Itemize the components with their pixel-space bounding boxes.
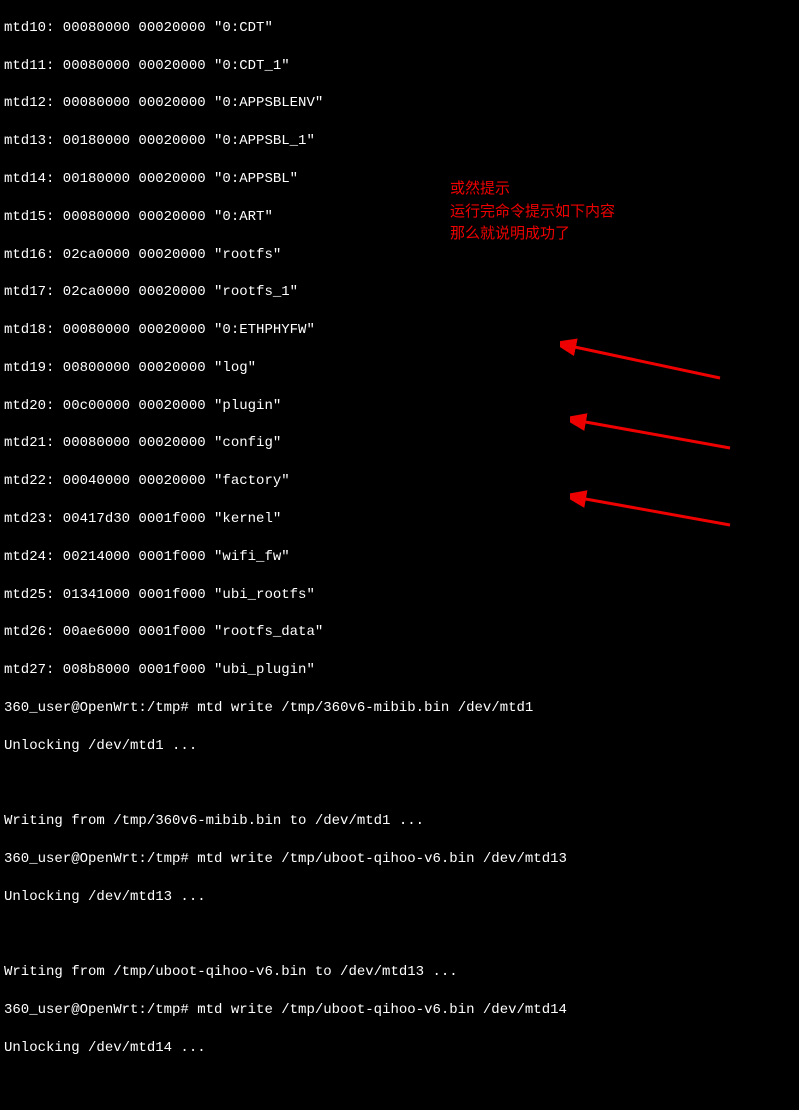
command-line: 360_user@OpenWrt:/tmp# mtd write /tmp/ub…	[4, 1001, 795, 1020]
blank-line	[4, 926, 795, 945]
writing-line: Writing from /tmp/360v6-mibib.bin to /de…	[4, 812, 795, 831]
unlock-line: Unlocking /dev/mtd1 ...	[4, 737, 795, 756]
command-text: mtd write /tmp/uboot-qihoo-v6.bin /dev/m…	[189, 851, 567, 867]
command-text: mtd write /tmp/uboot-qihoo-v6.bin /dev/m…	[189, 1002, 567, 1018]
mtd-line: mtd16: 02ca0000 00020000 "rootfs"	[4, 246, 795, 265]
mtd-line: mtd10: 00080000 00020000 "0:CDT"	[4, 19, 795, 38]
writing-line: Writing from /tmp/uboot-qihoo-v6.bin to …	[4, 963, 795, 982]
mtd-line: mtd22: 00040000 00020000 "factory"	[4, 472, 795, 491]
command-line: 360_user@OpenWrt:/tmp# mtd write /tmp/ub…	[4, 850, 795, 869]
mtd-line: mtd13: 00180000 00020000 "0:APPSBL_1"	[4, 132, 795, 151]
command-text: mtd write /tmp/360v6-mibib.bin /dev/mtd1	[189, 700, 533, 716]
mtd-line: mtd11: 00080000 00020000 "0:CDT_1"	[4, 57, 795, 76]
terminal-output: mtd10: 00080000 00020000 "0:CDT" mtd11: …	[0, 0, 799, 1110]
unlock-line: Unlocking /dev/mtd14 ...	[4, 1039, 795, 1058]
blank-line	[4, 775, 795, 794]
shell-prompt: 360_user@OpenWrt:/tmp#	[4, 1002, 189, 1018]
command-line: 360_user@OpenWrt:/tmp# mtd write /tmp/36…	[4, 699, 795, 718]
mtd-line: mtd26: 00ae6000 0001f000 "rootfs_data"	[4, 623, 795, 642]
annotation-text: 或然提示 运行完命令提示如下内容 那么就说明成功了	[450, 178, 615, 246]
arrow-icon	[570, 490, 740, 535]
annotation-line: 或然提示	[450, 178, 615, 201]
mtd-line: mtd25: 01341000 0001f000 "ubi_rootfs"	[4, 586, 795, 605]
mtd-line: mtd27: 008b8000 0001f000 "ubi_plugin"	[4, 661, 795, 680]
mtd-line: mtd15: 00080000 00020000 "0:ART"	[4, 208, 795, 227]
annotation-line: 运行完命令提示如下内容	[450, 201, 615, 224]
arrow-icon	[560, 338, 730, 388]
mtd-line: mtd17: 02ca0000 00020000 "rootfs_1"	[4, 283, 795, 302]
annotation-line: 那么就说明成功了	[450, 223, 615, 246]
unlock-line: Unlocking /dev/mtd13 ...	[4, 888, 795, 907]
shell-prompt: 360_user@OpenWrt:/tmp#	[4, 700, 189, 716]
mtd-line: mtd12: 00080000 00020000 "0:APPSBLENV"	[4, 94, 795, 113]
mtd-line: mtd24: 00214000 0001f000 "wifi_fw"	[4, 548, 795, 567]
arrow-icon	[570, 413, 740, 458]
blank-line	[4, 1077, 795, 1096]
shell-prompt: 360_user@OpenWrt:/tmp#	[4, 851, 189, 867]
mtd-line: mtd14: 00180000 00020000 "0:APPSBL"	[4, 170, 795, 189]
